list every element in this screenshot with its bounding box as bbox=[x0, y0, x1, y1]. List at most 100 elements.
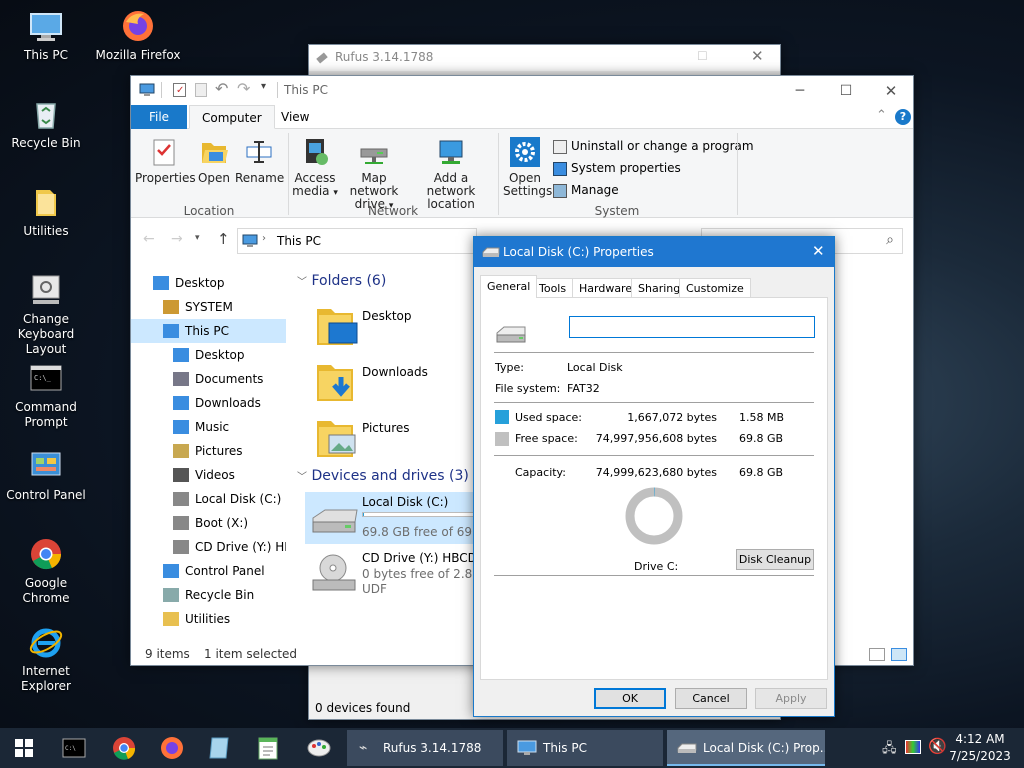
open-folder-icon bbox=[199, 137, 229, 167]
firefox-icon bbox=[161, 737, 183, 759]
back-arrow-icon[interactable]: ← bbox=[143, 231, 155, 247]
used-bytes: 1,667,072 bytes bbox=[627, 411, 717, 424]
taskbar-explorer-pinned[interactable] bbox=[198, 728, 242, 768]
desktop-icon-recycle-bin[interactable]: Recycle Bin bbox=[0, 96, 92, 151]
tab-view[interactable]: View bbox=[269, 105, 321, 129]
nav-item[interactable]: Recycle Bin bbox=[131, 583, 286, 607]
forward-arrow-icon[interactable]: → bbox=[171, 231, 183, 247]
properties-qa-icon[interactable]: ✓ bbox=[173, 83, 186, 97]
nav-item[interactable]: Utilities bbox=[131, 607, 286, 631]
svg-text:C:\_: C:\_ bbox=[34, 374, 52, 382]
desktop-icon-command-prompt[interactable]: C:\_ Command Prompt bbox=[0, 360, 92, 430]
display-icon[interactable] bbox=[905, 740, 921, 754]
nav-item[interactable]: Pictures bbox=[131, 439, 286, 463]
map-network-drive-button[interactable]: Map network drive ▾ bbox=[339, 137, 409, 213]
system-properties-button[interactable]: System properties bbox=[553, 158, 681, 178]
nav-item[interactable]: Music bbox=[131, 415, 286, 439]
folders-group-header[interactable]: ﹀ Folders (6) bbox=[297, 273, 386, 289]
tab-tools[interactable]: Tools bbox=[532, 278, 574, 298]
open-settings-button[interactable]: Open Settings bbox=[503, 137, 552, 198]
close-icon[interactable]: ✕ bbox=[868, 76, 914, 106]
maximize-icon[interactable]: ☐ bbox=[823, 76, 869, 106]
taskbar-window-properties[interactable]: Local Disk (C:) Prop... bbox=[667, 730, 825, 766]
dialog-close-icon[interactable]: ✕ bbox=[812, 242, 825, 260]
dialog-titlebar[interactable]: Local Disk (C:) Properties ✕ bbox=[474, 237, 834, 267]
clock[interactable]: 4:12 AM 7/25/2023 bbox=[946, 731, 1014, 765]
devices-group-header[interactable]: ﹀ Devices and drives (3) bbox=[297, 468, 469, 484]
details-view-icon[interactable] bbox=[869, 648, 885, 661]
drive-item-y[interactable]: CD Drive (Y:) HBCD_P 0 bytes free of 2.8… bbox=[305, 548, 501, 604]
rufus-close-icon[interactable]: ✕ bbox=[751, 47, 764, 65]
desktop-icon-firefox[interactable]: Mozilla Firefox bbox=[92, 8, 184, 63]
apply-button[interactable]: Apply bbox=[755, 688, 827, 709]
taskbar-cmd[interactable]: C:\ bbox=[52, 728, 96, 768]
this-pc-icon bbox=[517, 740, 537, 755]
drive-label-input[interactable] bbox=[569, 316, 815, 338]
nav-item-icon bbox=[173, 348, 189, 362]
nav-item-label: This PC bbox=[185, 324, 229, 338]
redo-icon[interactable]: ↷ bbox=[237, 79, 250, 98]
cancel-button[interactable]: Cancel bbox=[675, 688, 747, 709]
taskbar-window-rufus[interactable]: ⌁ Rufus 3.14.1788 bbox=[347, 730, 503, 766]
rufus-titlebar[interactable]: Rufus 3.14.1788 ☐ ✕ bbox=[309, 45, 780, 71]
address-bar[interactable]: › This PC bbox=[237, 228, 477, 254]
recent-chevron-icon[interactable]: ▾ bbox=[195, 233, 200, 243]
manage-button[interactable]: Manage bbox=[553, 180, 619, 200]
taskbar-paint[interactable] bbox=[296, 728, 342, 768]
up-arrow-icon[interactable]: ↑ bbox=[217, 230, 230, 248]
nav-item[interactable]: This PC bbox=[131, 319, 286, 343]
taskbar-notepad[interactable] bbox=[246, 728, 290, 768]
tab-computer[interactable]: Computer bbox=[189, 105, 275, 129]
properties-dialog[interactable]: Local Disk (C:) Properties ✕ General Too… bbox=[473, 236, 835, 717]
add-network-location-button[interactable]: Add a network location bbox=[411, 137, 491, 211]
undo-icon[interactable]: ↶ bbox=[215, 79, 228, 98]
volume-muted-icon[interactable]: 🔇 bbox=[928, 737, 947, 755]
help-icon[interactable]: ? bbox=[895, 109, 911, 125]
desktop-icon-utilities[interactable]: Utilities bbox=[0, 184, 92, 239]
ie-icon bbox=[28, 624, 64, 660]
minimize-icon[interactable]: ─ bbox=[777, 76, 823, 106]
taskbar-chrome[interactable] bbox=[102, 728, 146, 768]
desktop-icon-internet-explorer[interactable]: Internet Explorer bbox=[0, 624, 92, 694]
network-icon[interactable]: 🖧 bbox=[882, 739, 897, 761]
tab-file[interactable]: File bbox=[131, 105, 187, 129]
folder-item-desktop[interactable]: Desktop bbox=[309, 301, 489, 351]
uninstall-program-button[interactable]: Uninstall or change a program bbox=[553, 136, 754, 156]
nav-item[interactable]: CD Drive (Y:) HBC bbox=[131, 535, 286, 559]
open-button[interactable]: Open bbox=[195, 137, 233, 185]
tab-general[interactable]: General bbox=[480, 275, 538, 298]
properties-button[interactable]: Properties bbox=[135, 137, 196, 185]
nav-item[interactable]: Desktop bbox=[131, 343, 286, 367]
taskbar-firefox[interactable] bbox=[150, 728, 194, 768]
desktop-icon-control-panel[interactable]: Control Panel bbox=[0, 448, 92, 503]
disk-cleanup-button[interactable]: Disk Cleanup bbox=[736, 549, 814, 570]
tab-customize[interactable]: Customize bbox=[679, 278, 751, 298]
breadcrumb-chevron-icon[interactable]: › bbox=[262, 233, 266, 244]
tab-hardware[interactable]: Hardware bbox=[572, 278, 640, 298]
ok-button[interactable]: OK bbox=[594, 688, 666, 709]
rename-button[interactable]: Rename bbox=[235, 137, 284, 185]
desktop-icon-chrome[interactable]: Google Chrome bbox=[0, 536, 92, 606]
drive-item-c[interactable]: Local Disk (C:) 69.8 GB free of 69.8 G bbox=[305, 492, 501, 544]
large-icons-view-icon[interactable] bbox=[891, 648, 907, 661]
start-button[interactable] bbox=[0, 728, 48, 768]
nav-item[interactable]: Control Panel bbox=[131, 559, 286, 583]
nav-item[interactable]: Boot (X:) bbox=[131, 511, 286, 535]
nav-item[interactable]: Desktop bbox=[131, 271, 286, 295]
collapse-ribbon-icon[interactable]: ⌃ bbox=[876, 108, 887, 123]
nav-item[interactable]: SYSTEM bbox=[131, 295, 286, 319]
taskbar-window-this-pc[interactable]: This PC bbox=[507, 730, 663, 766]
nav-item[interactable]: Downloads bbox=[131, 391, 286, 415]
folder-item-downloads[interactable]: Downloads bbox=[309, 357, 489, 407]
explorer-titlebar[interactable]: ✓ ↶ ↷ ▾ This PC ─ ☐ ✕ bbox=[131, 76, 913, 104]
desktop-icon-keyboard-layout[interactable]: Change Keyboard Layout bbox=[0, 272, 92, 357]
folder-item-pictures[interactable]: Pictures bbox=[309, 413, 489, 463]
new-folder-qa-icon[interactable] bbox=[195, 83, 207, 97]
nav-item[interactable]: Local Disk (C:) bbox=[131, 487, 286, 511]
nav-item[interactable]: Videos bbox=[131, 463, 286, 487]
paint-icon bbox=[307, 739, 331, 757]
access-media-button[interactable]: Access media ▾ bbox=[291, 137, 339, 200]
customize-qa-chevron-icon[interactable]: ▾ bbox=[261, 81, 266, 92]
desktop-icon-this-pc[interactable]: This PC bbox=[0, 8, 92, 63]
nav-item[interactable]: Documents bbox=[131, 367, 286, 391]
